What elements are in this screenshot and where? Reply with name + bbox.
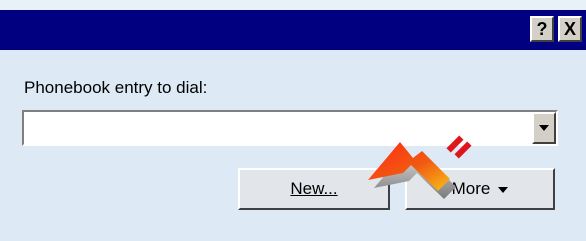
dropdown-arrow-icon — [498, 187, 509, 193]
question-mark-icon: ? — [536, 19, 548, 39]
more-button[interactable]: More — [405, 168, 555, 210]
more-button-label: More — [451, 179, 491, 198]
new-button-label: New... — [290, 179, 338, 198]
combobox-dropdown-button[interactable] — [532, 112, 556, 144]
close-icon: X — [563, 19, 576, 39]
phonebook-entry-input[interactable] — [24, 112, 530, 144]
new-button[interactable]: New... — [238, 168, 390, 210]
help-button[interactable]: ? — [530, 16, 554, 42]
window-top-edge — [0, 0, 586, 10]
close-button[interactable]: X — [558, 16, 582, 42]
title-bar[interactable]: ? X — [0, 10, 586, 50]
dialog-window: ? X Phonebook entry to dial: New... More — [0, 0, 586, 241]
phonebook-entry-label: Phonebook entry to dial: — [24, 78, 208, 97]
chevron-down-icon — [539, 125, 549, 131]
